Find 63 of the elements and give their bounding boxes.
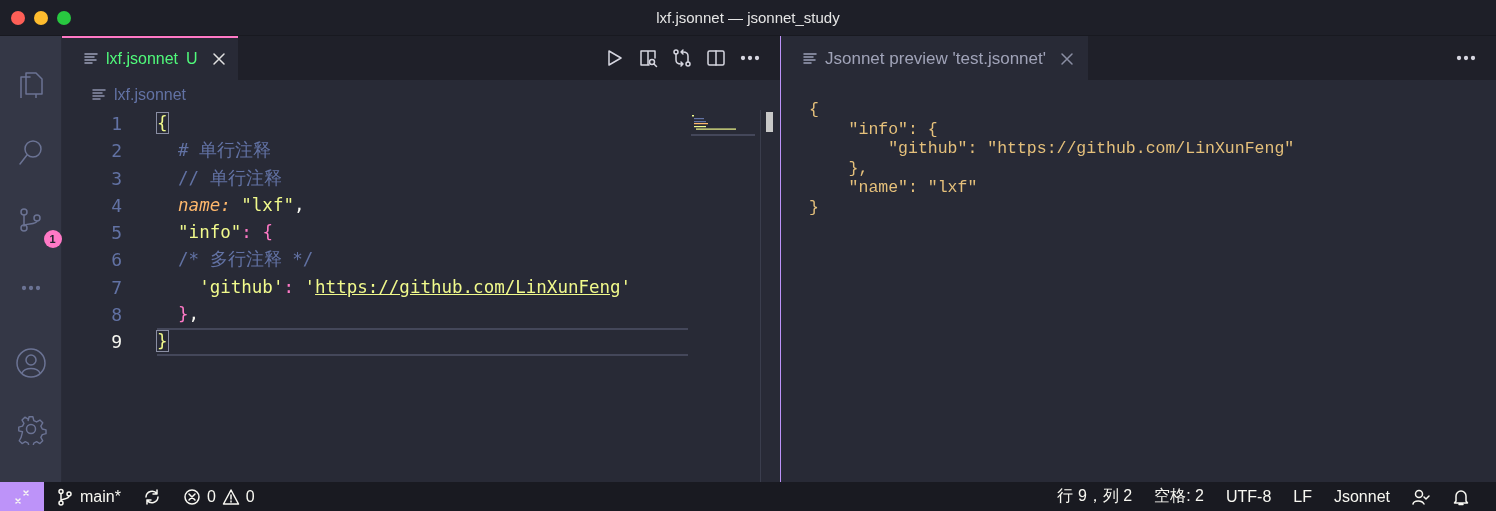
warning-count: 0 <box>245 487 255 506</box>
split-editor-icon[interactable] <box>706 48 726 68</box>
count-badge: 1 <box>43 230 62 248</box>
branch-indicator[interactable]: main* <box>56 487 121 506</box>
status-item[interactable]: Jsonnet <box>1333 487 1390 506</box>
person-icon[interactable] <box>1412 487 1430 506</box>
close-icon[interactable] <box>1060 52 1074 66</box>
git-status: U <box>186 50 198 68</box>
preview-line: "github": "https://github.com/LinXunFeng" <box>887 139 1296 159</box>
file-lines-icon <box>803 52 817 66</box>
preview-line: "name": "lxf" <box>847 178 979 198</box>
file-lines-icon <box>84 52 98 66</box>
line-number: 3 <box>110 166 123 191</box>
code-line: { <box>157 113 168 133</box>
preview-line: }, <box>847 158 870 178</box>
status-item[interactable]: LF <box>1293 487 1312 506</box>
preview-line: "info": { <box>847 119 939 139</box>
line-number: 4 <box>110 193 123 218</box>
tab-label: Jsonnet preview 'test.jsonnet' <box>825 49 1046 69</box>
code-line: // 单行注释 <box>177 167 282 188</box>
line-number: 5 <box>110 221 123 246</box>
code-line: # 单行注释 <box>177 140 272 161</box>
window-title: lxf.jsonnet — jsonnet_study <box>655 9 841 26</box>
branch-icon <box>56 487 74 506</box>
sync-icon[interactable] <box>142 487 161 506</box>
branch-name: main* <box>80 487 121 506</box>
preview-line: { <box>809 100 820 120</box>
search-icon[interactable] <box>16 138 45 166</box>
file-lines-icon <box>92 88 106 102</box>
editor-tab[interactable]: lxf.jsonnet U <box>62 36 238 80</box>
code-line: } <box>157 331 168 352</box>
line-number: 6 <box>110 248 123 273</box>
status-item[interactable]: UTF-8 <box>1225 487 1272 506</box>
warning-icon <box>221 487 240 506</box>
status-item[interactable]: 空格: 2 <box>1154 486 1204 507</box>
code-line: 'github': 'https://github.com/LinXunFeng' <box>198 276 632 297</box>
editor-tab[interactable]: Jsonnet preview 'test.jsonnet' <box>781 36 1088 80</box>
window-zoom-button[interactable] <box>57 10 71 25</box>
line-number: 2 <box>110 139 123 164</box>
problems-indicator[interactable]: 0 0 <box>182 487 255 506</box>
window-minimize-button[interactable] <box>34 10 48 25</box>
line-number: 8 <box>110 303 123 328</box>
line-number: 1 <box>110 112 123 136</box>
line-number: 9 <box>110 330 123 355</box>
bell-icon[interactable] <box>1452 487 1470 506</box>
preview-line: } <box>809 197 820 217</box>
code-line: /* 多行注释 */ <box>177 249 314 270</box>
remote-icon <box>13 487 31 506</box>
scrollbar-thumb[interactable] <box>765 112 773 132</box>
compare-icon[interactable] <box>672 48 692 68</box>
preview-icon[interactable] <box>638 48 658 68</box>
window-close-button[interactable] <box>11 10 25 25</box>
tab-label: lxf.jsonnet <box>106 50 179 68</box>
code-line: }, <box>177 304 200 325</box>
error-icon <box>182 487 201 506</box>
source-control-icon[interactable] <box>18 208 43 232</box>
minimap-drawing[interactable] <box>690 114 756 138</box>
code-line: "info": { <box>177 222 273 243</box>
code-line: name: "lxf", <box>177 194 305 215</box>
line-number: 7 <box>110 275 123 300</box>
account-icon[interactable] <box>14 347 47 379</box>
status-item[interactable]: 行 9，列 2 <box>1057 486 1133 507</box>
error-count: 0 <box>206 487 216 506</box>
